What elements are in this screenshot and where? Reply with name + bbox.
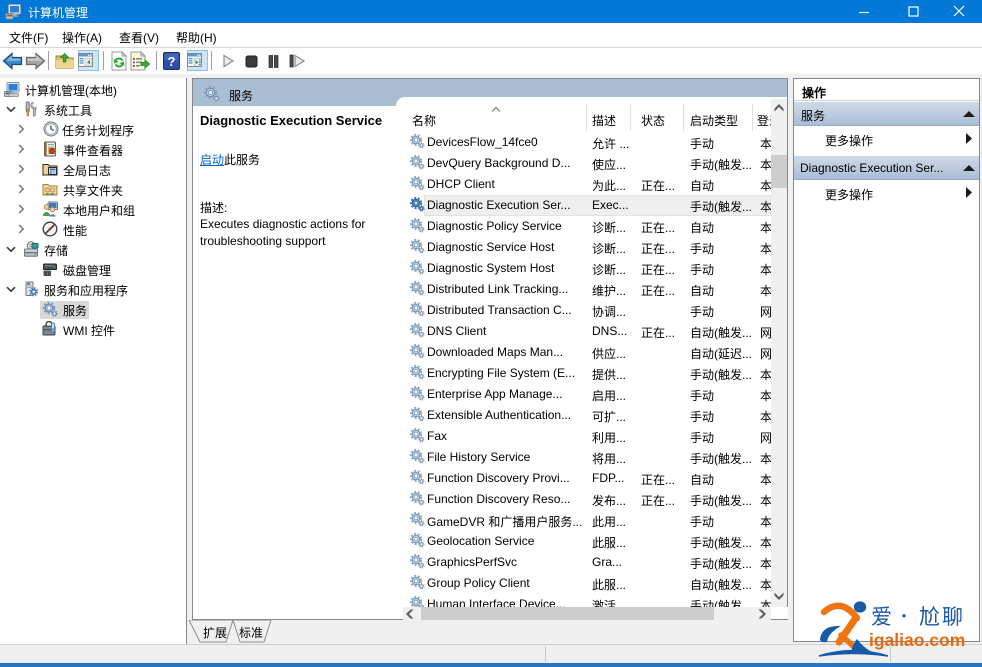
svg-text:聊: 聊: [942, 601, 963, 631]
svg-text:?: ?: [168, 54, 176, 69]
svg-text:igaliao.com: igaliao.com: [869, 630, 965, 650]
svg-text:尬: 尬: [919, 601, 940, 631]
svg-text:爱: 爱: [871, 601, 892, 631]
svg-text:·: ·: [896, 603, 912, 627]
